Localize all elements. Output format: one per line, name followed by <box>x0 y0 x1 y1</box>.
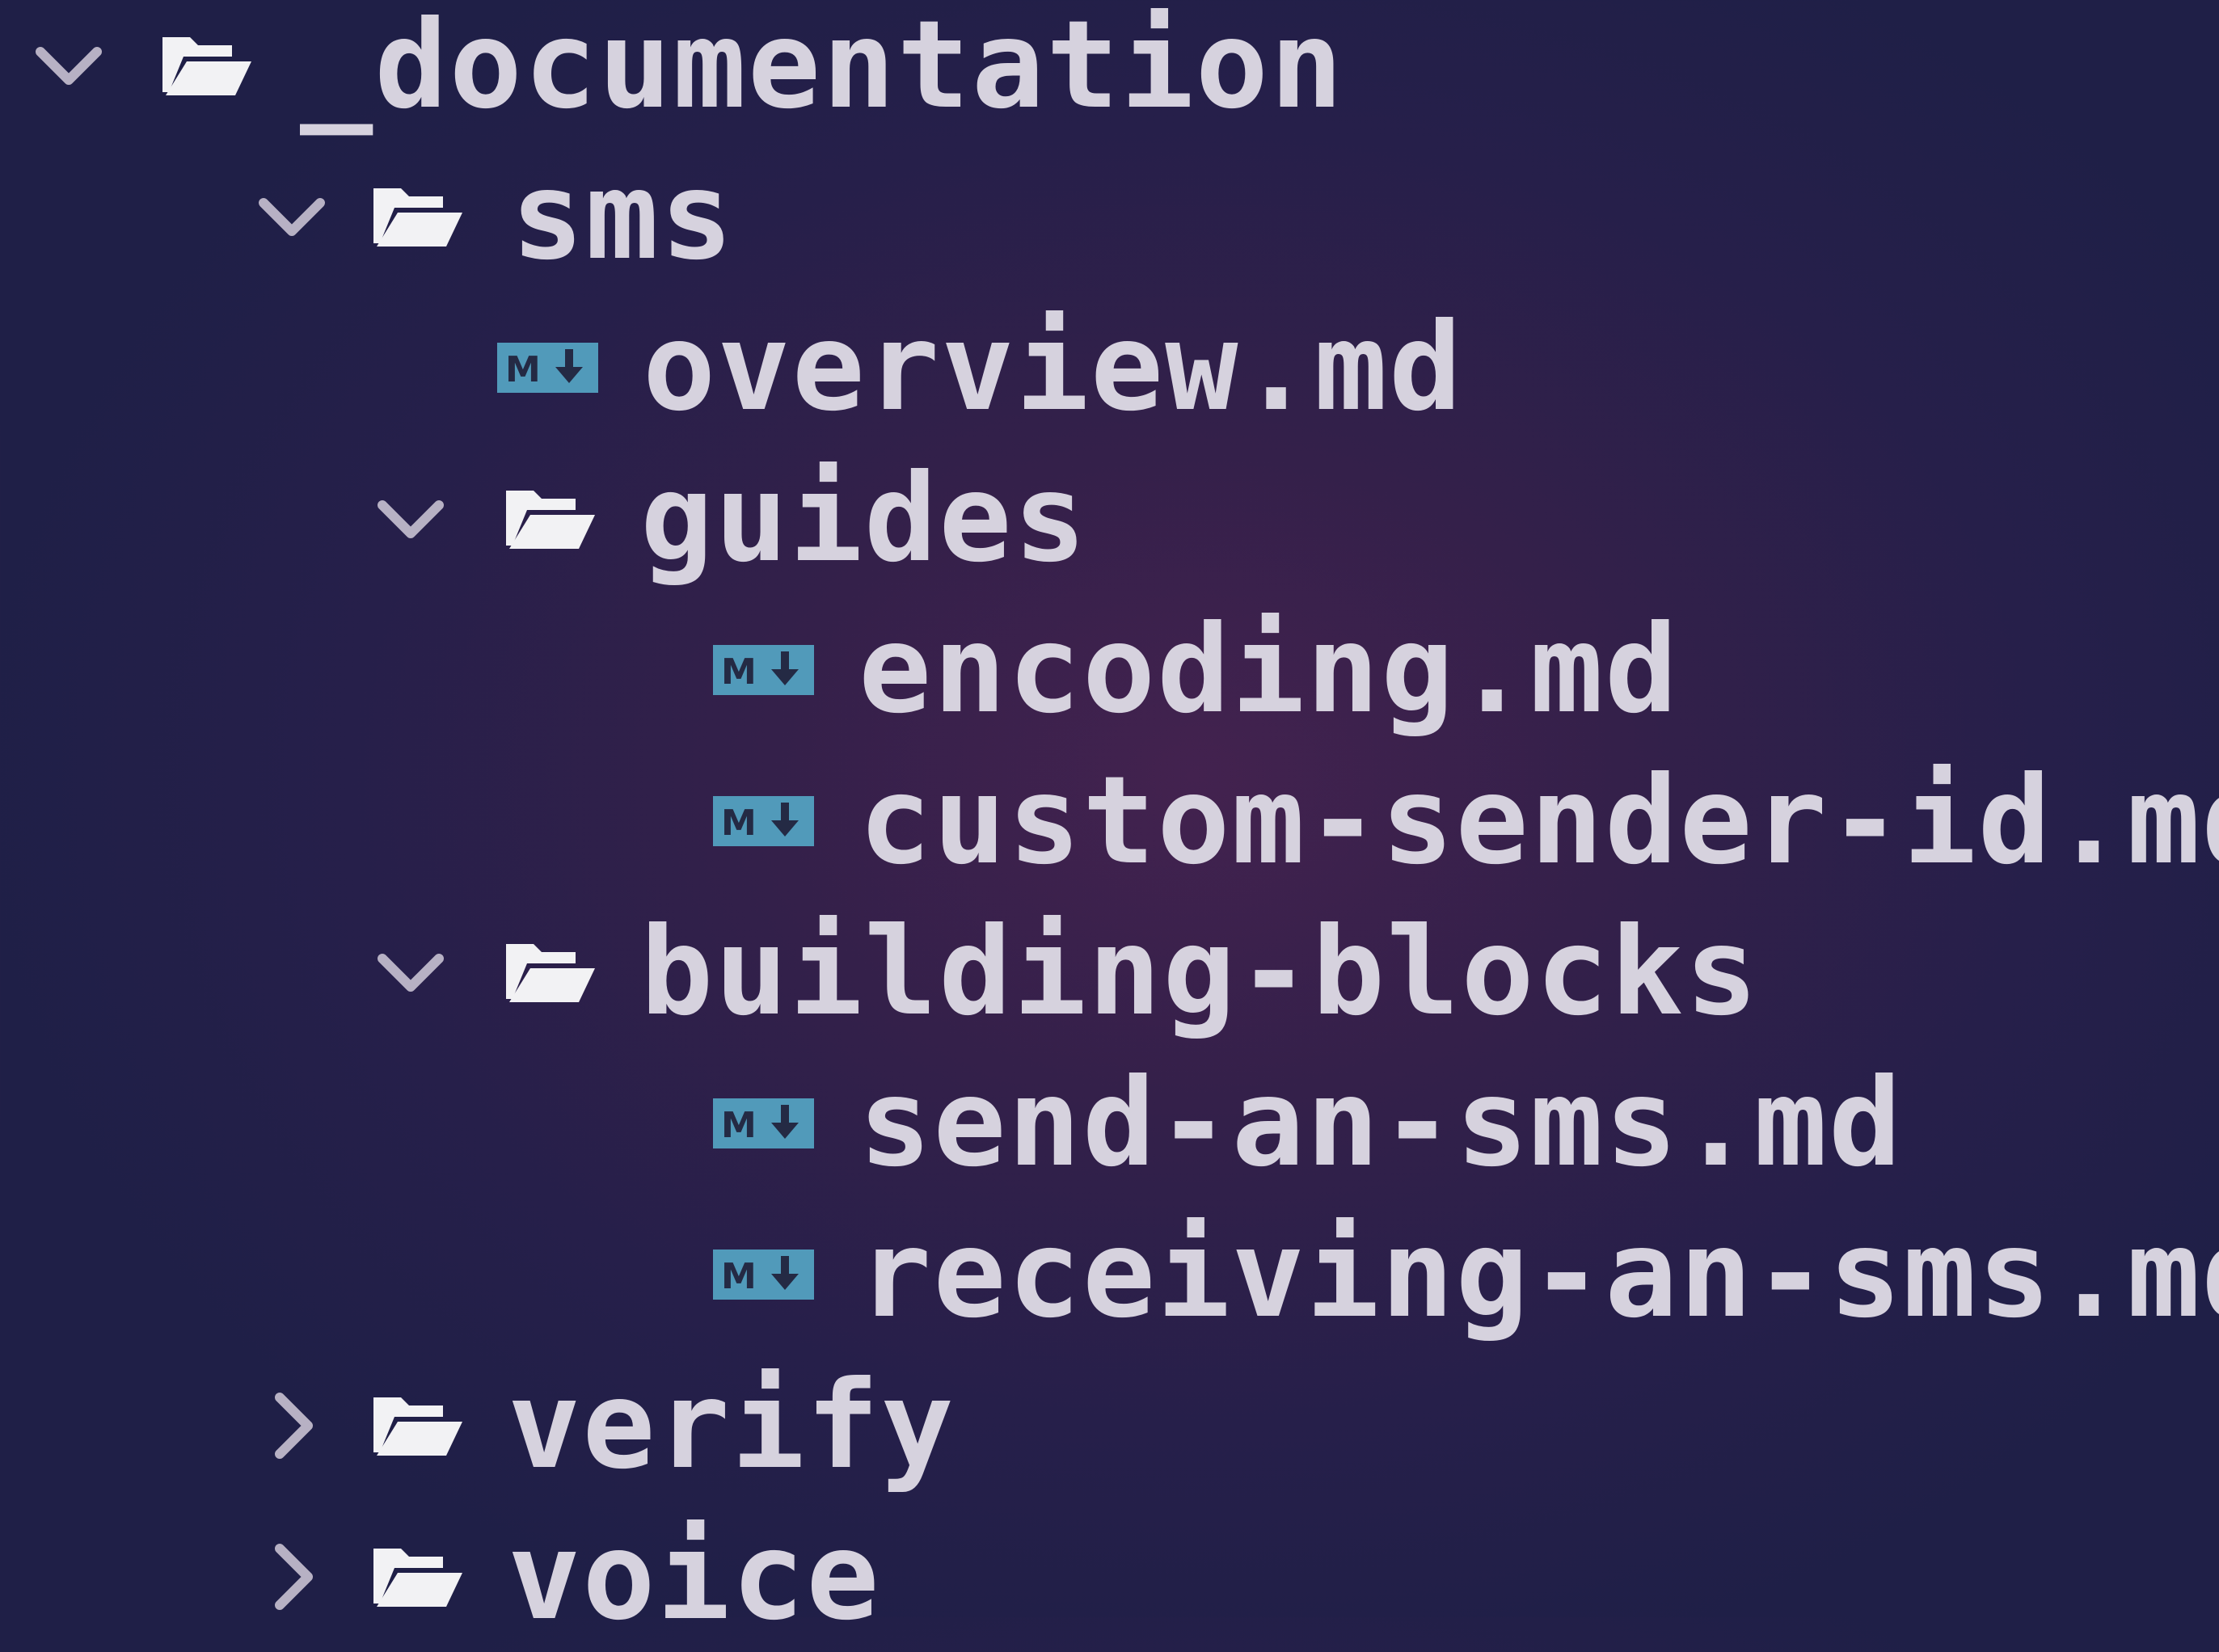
folder-open-icon <box>369 1389 466 1462</box>
tree-file-overview-md[interactable]: M overview.md <box>497 293 1463 443</box>
markdown-file-icon: M <box>497 343 598 393</box>
svg-text:M: M <box>721 1256 757 1297</box>
file-explorer-tree: _documentation sms M overview.md guides … <box>0 0 2219 1647</box>
markdown-file-icon: M <box>713 796 814 846</box>
tree-item-label: verify <box>508 1355 956 1496</box>
tree-folder-guides[interactable]: guides <box>374 444 1088 594</box>
folder-open-icon <box>501 483 598 555</box>
tree-item-label: voice <box>508 1507 881 1647</box>
chevron-right-icon[interactable] <box>255 1389 328 1462</box>
folder-open-icon <box>158 29 255 102</box>
folder-open-icon <box>501 936 598 1009</box>
tree-item-label: receiving-an-sms.md <box>858 1204 2219 1345</box>
svg-text:M: M <box>721 803 757 844</box>
tree-folder-voice[interactable]: voice <box>255 1502 881 1652</box>
tree-item-label: guides <box>640 449 1088 589</box>
chevron-down-icon[interactable] <box>374 936 447 1009</box>
tree-folder-verify[interactable]: verify <box>255 1351 956 1501</box>
tree-item-label: overview.md <box>643 297 1464 438</box>
folder-open-icon <box>369 180 466 253</box>
folder-open-icon <box>369 1540 466 1613</box>
tree-folder-building-blocks[interactable]: building-blocks <box>374 897 1760 1047</box>
tree-item-label: custom-sender-id.md <box>858 751 2219 891</box>
svg-text:M: M <box>721 1105 757 1146</box>
tree-file-receiving-an-sms-md[interactable]: M receiving-an-sms.md <box>713 1199 2219 1350</box>
chevron-right-icon[interactable] <box>255 1540 328 1613</box>
tree-folder-documentation[interactable]: _documentation <box>32 0 1344 141</box>
tree-folder-sms[interactable]: sms <box>255 141 735 292</box>
tree-file-encoding-md[interactable]: M encoding.md <box>713 595 1679 745</box>
markdown-file-icon: M <box>713 645 814 695</box>
svg-text:M: M <box>721 651 757 693</box>
tree-item-label: sms <box>511 146 735 287</box>
chevron-down-icon[interactable] <box>255 180 328 253</box>
markdown-file-icon: M <box>713 1250 814 1300</box>
tree-file-send-an-sms-md[interactable]: M send-an-sms.md <box>713 1048 1903 1199</box>
tree-item-label: encoding.md <box>858 600 1680 740</box>
markdown-file-icon: M <box>713 1098 814 1148</box>
chevron-down-icon[interactable] <box>374 483 447 555</box>
tree-item-label: send-an-sms.md <box>858 1053 1904 1194</box>
svg-text:M: M <box>505 349 541 390</box>
tree-item-label: building-blocks <box>640 902 1760 1043</box>
chevron-down-icon[interactable] <box>32 29 105 102</box>
tree-file-custom-sender-id-md[interactable]: M custom-sender-id.md <box>713 746 2219 896</box>
tree-item-label: _documentation <box>300 0 1345 136</box>
